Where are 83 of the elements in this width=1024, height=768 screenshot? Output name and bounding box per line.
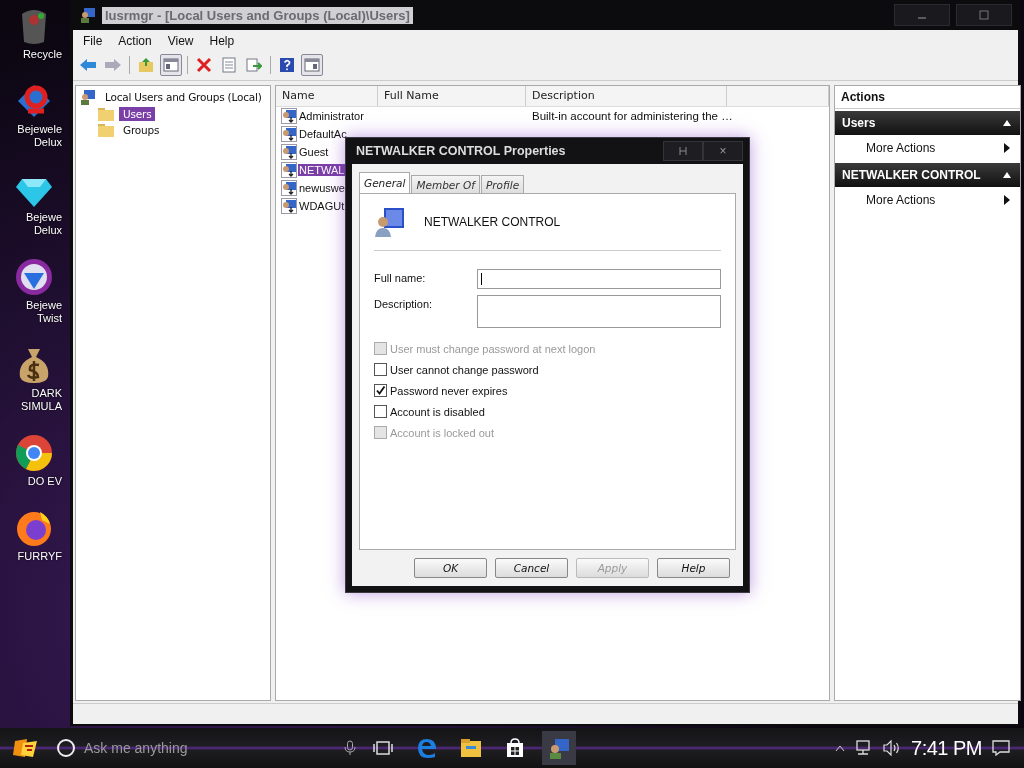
input-field[interactable] (476, 269, 721, 289)
checkbox-label: Account is locked out (390, 426, 494, 439)
microphone-icon[interactable] (344, 740, 356, 756)
users-icon (80, 7, 96, 23)
column-header[interactable]: Full Name (378, 86, 526, 106)
icon-label: DARK (31, 387, 62, 400)
chevron-up-icon[interactable] (835, 744, 845, 752)
checkbox-label: User cannot change password (390, 363, 539, 376)
search-field[interactable]: Ask me anything (82, 739, 338, 757)
window-title: lusrmgr - [Local Users and Groups (Local)\Users] (102, 6, 413, 24)
action-pane-icon[interactable] (301, 54, 323, 76)
icon-label: Recycle (22, 48, 62, 61)
user-icon (281, 126, 297, 142)
search-circle-icon (56, 738, 76, 758)
section-title[interactable]: Users (842, 116, 876, 130)
icon-label: FURRYF (17, 550, 62, 563)
field-label: Full name: (374, 271, 427, 284)
user-name: NETWALKER CONTROL (424, 215, 561, 229)
dialog-button[interactable]: OK (414, 558, 487, 578)
user-name[interactable]: Guest (298, 146, 330, 158)
close-button[interactable]: × (703, 141, 743, 161)
icon-label: Bejewe (25, 299, 62, 312)
folder-icon (98, 123, 114, 137)
user-icon (281, 144, 297, 160)
menu-item[interactable]: View (167, 34, 194, 48)
checkbox[interactable] (374, 405, 387, 418)
checkbox[interactable] (374, 363, 387, 376)
input-field[interactable] (476, 295, 721, 328)
dialog-title: NETWALKER CONTROL Properties (356, 144, 566, 158)
user-name[interactable]: Administrator (298, 110, 365, 122)
collapse-icon[interactable] (1002, 171, 1012, 179)
user-icon (281, 162, 297, 178)
checkbox-label: User must change password at next logon (390, 342, 596, 355)
user-icon (281, 198, 297, 214)
menu-item[interactable]: Action (118, 34, 152, 48)
tab[interactable]: Member Of (411, 175, 480, 193)
user-name[interactable]: NETWAL (298, 164, 346, 176)
submenu-arrow-icon (1004, 195, 1010, 205)
network-icon[interactable] (855, 740, 873, 756)
action-link[interactable]: More Actions (866, 193, 936, 207)
dialog-button[interactable]: Help (657, 558, 730, 578)
user-name[interactable]: WDAGUt (298, 200, 346, 212)
icon-label: DO EV (27, 475, 62, 488)
folder-icon (98, 107, 114, 121)
submenu-arrow-icon (1004, 143, 1010, 153)
icon-label: SIMULA (21, 400, 62, 413)
icon-label: Delux (33, 136, 62, 149)
tree-item[interactable]: Local Users and Groups (Local) (101, 90, 266, 104)
collapse-icon[interactable] (1002, 119, 1012, 127)
notification-icon[interactable] (992, 740, 1010, 756)
clock[interactable]: 7:41 PM (911, 736, 982, 760)
user-description: Built-in account for administering the … (532, 110, 733, 122)
user-name[interactable]: DefaultAc (298, 128, 348, 140)
user-icon (281, 180, 297, 196)
actions-header: Actions (835, 86, 1020, 109)
maximize-icon[interactable] (979, 10, 989, 20)
tree-pane-icon[interactable] (160, 54, 182, 76)
browser-icon[interactable] (14, 433, 54, 473)
field-label: Description: (374, 297, 434, 310)
tree-item[interactable]: Users (119, 107, 156, 121)
volume-icon[interactable] (883, 740, 901, 756)
checkbox-label: Account is disabled (390, 405, 485, 418)
icon-label: Delux (33, 224, 62, 237)
tab[interactable]: Profile (480, 175, 525, 193)
tab[interactable]: General (359, 172, 411, 193)
checkbox-label: Password never expires (390, 384, 508, 397)
column-header[interactable]: Name (276, 86, 378, 106)
gem-icon[interactable] (14, 257, 54, 297)
checkbox[interactable] (374, 384, 387, 397)
users-icon[interactable] (542, 731, 576, 765)
user-icon (374, 206, 406, 238)
icon-label: Twist (36, 312, 62, 325)
computer-users-icon (80, 89, 96, 105)
column-header[interactable]: Description (526, 86, 727, 106)
menu-item[interactable]: File (83, 34, 103, 48)
icon-label: Bejewele (17, 123, 62, 136)
dialog-button[interactable]: Cancel (495, 558, 568, 578)
menu-item[interactable]: Help (209, 34, 235, 48)
icon-label: Bejewe (25, 211, 62, 224)
action-link[interactable]: More Actions (866, 141, 936, 155)
tree-item[interactable]: Groups (119, 123, 164, 137)
start-logo-icon[interactable] (13, 737, 37, 759)
user-name[interactable]: newuswe (298, 182, 346, 194)
